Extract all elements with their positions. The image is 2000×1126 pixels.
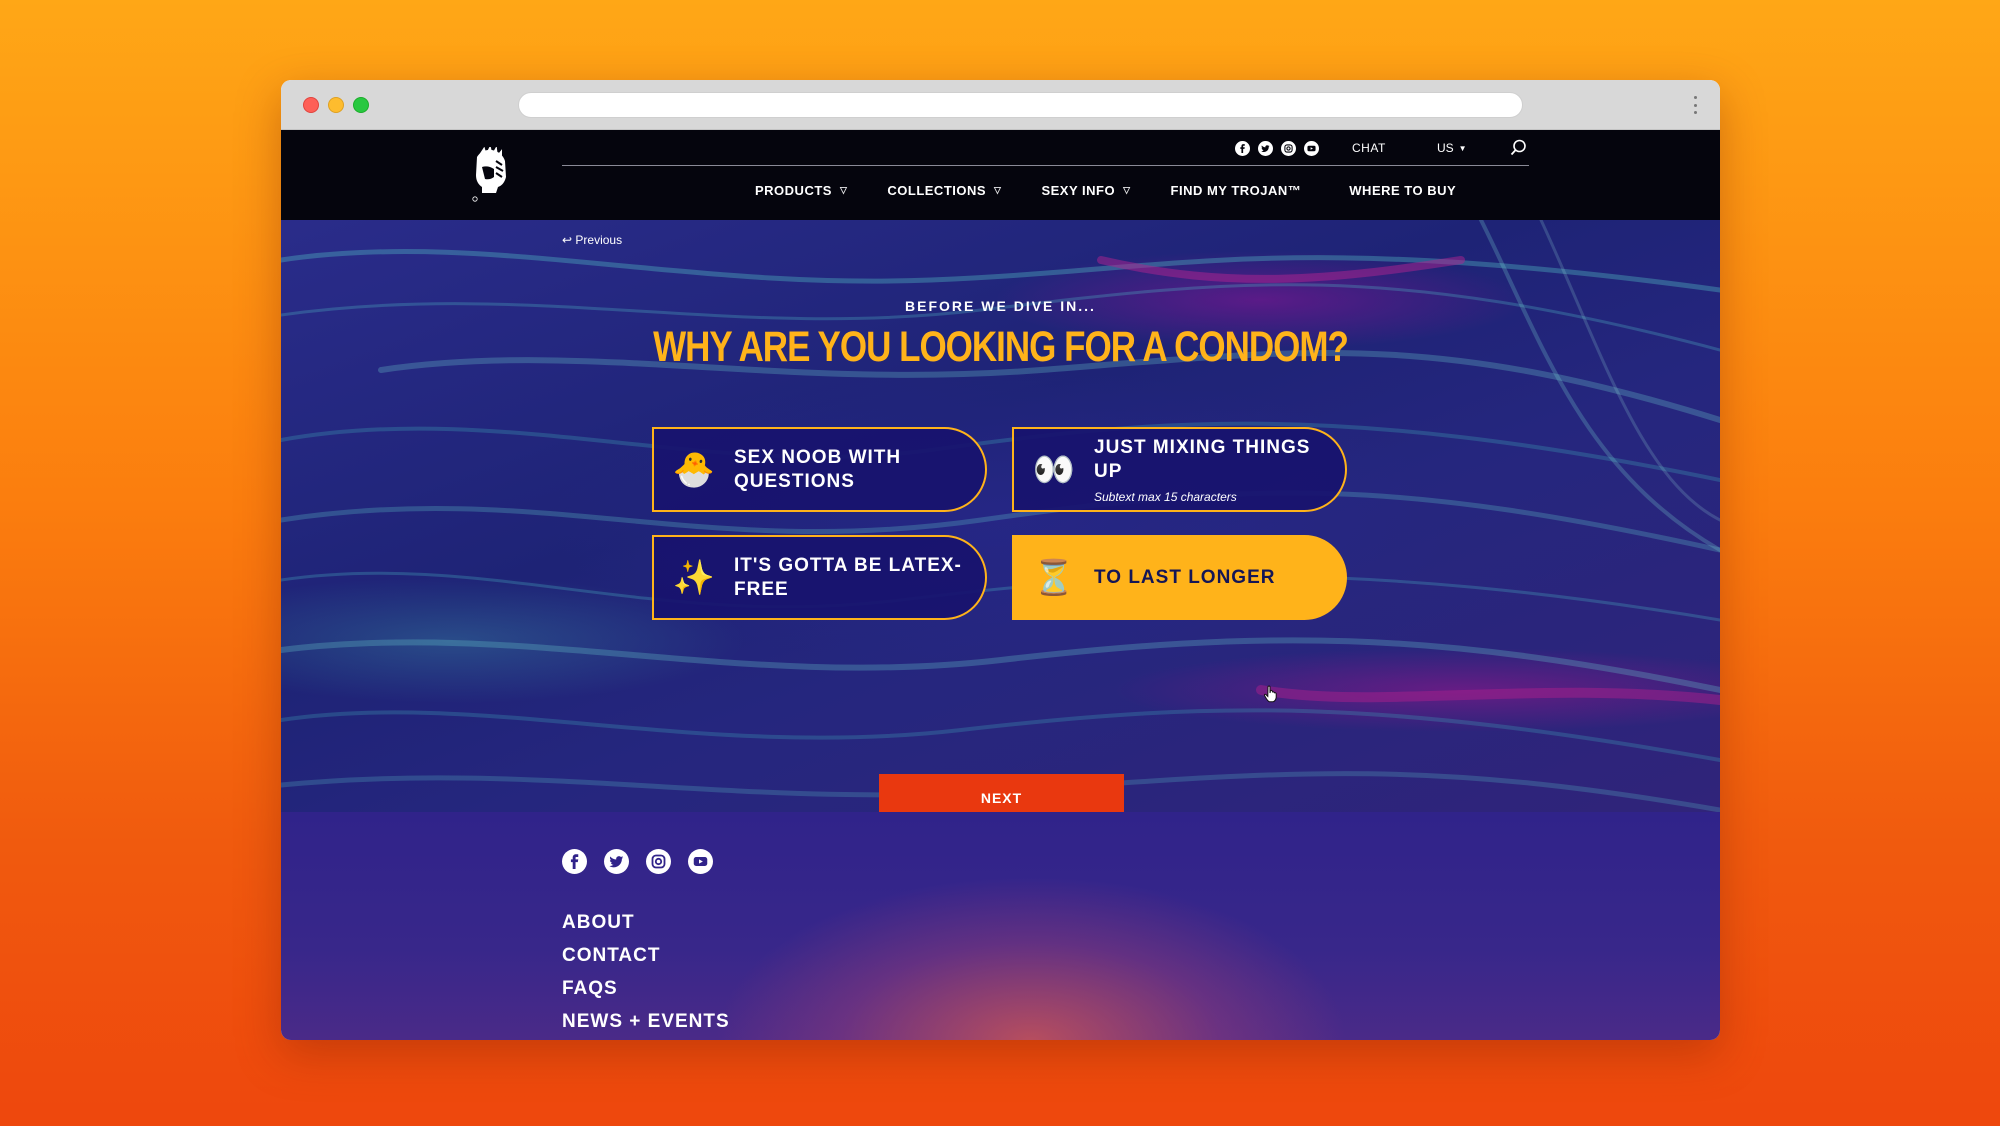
nav-collections-label: COLLECTIONS (887, 183, 987, 198)
browser-toolbar (281, 80, 1720, 130)
locale-label: US (1437, 141, 1454, 155)
browser-menu-icon[interactable] (1692, 92, 1698, 118)
answer-option-mixing-things-up[interactable]: 👀 JUST MIXING THINGS UP Subtext max 15 c… (1012, 427, 1347, 512)
option-label: JUST MIXING THINGS UP (1094, 436, 1311, 482)
chevron-down-icon: ▽ (994, 185, 1002, 195)
eyes-icon: 👀 (1032, 450, 1076, 489)
minimize-window-button[interactable] (328, 97, 344, 113)
quiz-hero: ↩ Previous BEFORE WE DIVE IN... WHY ARE … (281, 220, 1720, 812)
site-header: CHAT US ▼ PRODUCTS ▽ COLLECTIONS ▽ SEXY … (281, 130, 1720, 220)
search-icon[interactable] (1510, 139, 1527, 156)
hourglass-icon: ⏳ (1032, 558, 1076, 597)
footer-link-contact[interactable]: CONTACT (562, 945, 730, 966)
footer-link-about[interactable]: ABOUT (562, 912, 730, 933)
locale-selector[interactable]: US ▼ (1437, 141, 1467, 155)
header-social-links (1235, 141, 1319, 156)
facebook-icon[interactable] (1235, 141, 1250, 156)
facebook-icon[interactable] (562, 849, 587, 874)
footer-links: ABOUT CONTACT FAQS NEWS + EVENTS (562, 912, 730, 1040)
answer-option-last-longer[interactable]: ⏳ TO LAST LONGER (1012, 535, 1347, 620)
nav-where-to-buy[interactable]: WHERE TO BUY (1349, 183, 1456, 198)
close-window-button[interactable] (303, 97, 319, 113)
nav-sexy-info-label: SEXY INFO (1041, 183, 1116, 198)
nav-products-label: PRODUCTS (755, 183, 832, 198)
nav-products[interactable]: PRODUCTS ▽ (755, 183, 847, 198)
quiz-eyebrow: BEFORE WE DIVE IN... (905, 298, 1096, 314)
nav-sexy-info[interactable]: SEXY INFO ▽ (1041, 183, 1130, 198)
previous-link[interactable]: ↩ Previous (562, 233, 622, 247)
option-label: IT'S GOTTA BE LATEX-FREE (734, 554, 962, 600)
instagram-icon[interactable] (1281, 141, 1296, 156)
youtube-icon[interactable] (688, 849, 713, 874)
twitter-icon[interactable] (604, 849, 629, 874)
caret-down-icon: ▼ (1458, 143, 1467, 153)
next-button[interactable]: NEXT (879, 774, 1124, 812)
hatching-chick-icon: 🐣 (672, 450, 716, 489)
quiz-question: WHY ARE YOU LOOKING FOR A CONDOM? (653, 323, 1349, 371)
utility-bar: CHAT US ▼ (562, 130, 1529, 166)
main-navigation: PRODUCTS ▽ COLLECTIONS ▽ SEXY INFO ▽ FIN… (755, 183, 1456, 198)
chat-link[interactable]: CHAT (1352, 141, 1386, 155)
nav-collections[interactable]: COLLECTIONS ▽ (887, 183, 1001, 198)
website: CHAT US ▼ PRODUCTS ▽ COLLECTIONS ▽ SEXY … (281, 130, 1720, 1040)
maximize-window-button[interactable] (353, 97, 369, 113)
option-label-group: JUST MIXING THINGS UP Subtext max 15 cha… (1094, 436, 1345, 504)
option-subtext: Subtext max 15 characters (1094, 489, 1237, 504)
answer-option-sex-noob[interactable]: 🐣 SEX NOOB WITH QUESTIONS (652, 427, 987, 512)
trojan-logo[interactable] (468, 147, 508, 205)
twitter-icon[interactable] (1258, 141, 1273, 156)
answer-option-latex-free[interactable]: ✨ IT'S GOTTA BE LATEX-FREE (652, 535, 987, 620)
option-label: SEX NOOB WITH QUESTIONS (734, 446, 902, 492)
chevron-down-icon: ▽ (1123, 185, 1131, 195)
option-label: TO LAST LONGER (1094, 566, 1276, 588)
address-bar[interactable] (518, 92, 1523, 118)
footer-social-links (562, 849, 713, 874)
pointer-hand-icon (1263, 685, 1277, 703)
youtube-icon[interactable] (1304, 141, 1319, 156)
footer-link-faqs[interactable]: FAQS (562, 978, 730, 999)
chevron-down-icon: ▽ (839, 185, 848, 195)
sparkles-icon: ✨ (672, 558, 716, 597)
instagram-icon[interactable] (646, 849, 671, 874)
browser-window: CHAT US ▼ PRODUCTS ▽ COLLECTIONS ▽ SEXY … (281, 80, 1720, 1040)
footer-link-news-events[interactable]: NEWS + EVENTS (562, 1011, 730, 1032)
site-footer: ABOUT CONTACT FAQS NEWS + EVENTS (281, 812, 1720, 1040)
nav-find-my-trojan[interactable]: FIND MY TROJAN™ (1171, 183, 1302, 198)
